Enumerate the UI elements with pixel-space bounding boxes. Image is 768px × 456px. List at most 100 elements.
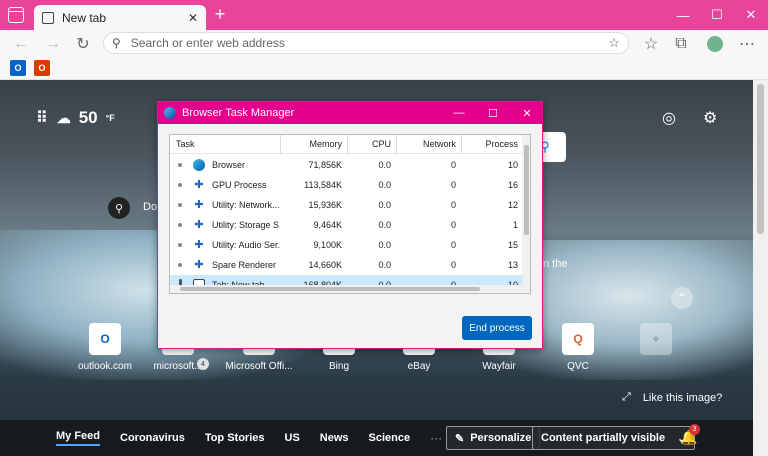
collections-icon[interactable]: ⧉ xyxy=(670,33,692,55)
table-row[interactable]: ✚ Utility: Network... 15,936K 0.0 0 12 xyxy=(170,195,522,215)
address-input[interactable] xyxy=(130,36,599,50)
table-vertical-thumb[interactable] xyxy=(524,145,529,235)
col-process[interactable]: Process xyxy=(463,135,518,154)
tab-close-icon[interactable]: ✕ xyxy=(188,11,198,25)
cell-memory: 113,584K xyxy=(304,180,342,190)
tab-title: New tab xyxy=(62,10,107,25)
cell-process: 12 xyxy=(507,200,518,210)
tm-maximize-button[interactable]: ☐ xyxy=(476,102,510,124)
tile-label: Microsoft Offi... xyxy=(225,361,293,372)
tile-label: eBay xyxy=(407,361,431,372)
tab-news[interactable]: News xyxy=(320,432,349,444)
content-visibility-select[interactable]: Content partially visible ⌄ xyxy=(532,426,696,450)
process-table-header: Task Memory CPU Network Process xyxy=(170,135,522,154)
minimize-button[interactable]: — xyxy=(666,0,700,30)
row-indicator xyxy=(178,183,182,187)
task-manager-window: Browser Task Manager — ☐ ✕ Task Memory C… xyxy=(157,101,543,349)
tile-label: outlook.com xyxy=(78,361,132,372)
tile-icon: Q xyxy=(562,323,594,355)
apps-grid-icon[interactable]: ⠿ xyxy=(36,108,49,128)
end-process-button[interactable]: End process xyxy=(462,316,532,340)
new-tab-button[interactable]: + xyxy=(210,5,230,25)
like-image-link[interactable]: ⤢ Like this image? xyxy=(622,391,722,404)
outlook-bookmark-icon[interactable]: O xyxy=(10,60,26,76)
table-row[interactable]: Browser 71,856K 0.0 0 10 xyxy=(170,155,522,175)
settings-more-icon[interactable]: ⋯ xyxy=(736,33,758,55)
address-bar[interactable]: ⚲ ☆ xyxy=(103,32,629,54)
tile-label: Bing xyxy=(328,361,349,372)
table-row[interactable]: ✚ GPU Process 113,584K 0.0 0 16 xyxy=(170,175,522,195)
refresh-icon[interactable]: ↻ xyxy=(72,33,94,55)
content-visibility-label: Content partially visible xyxy=(541,432,666,444)
puzzle-icon: ✚ xyxy=(194,239,204,251)
table-horizontal-scrollbar[interactable] xyxy=(170,285,522,293)
edge-icon xyxy=(193,159,205,171)
tile-icon: O xyxy=(89,323,121,355)
tab-actions-icon[interactable] xyxy=(8,7,24,23)
cell-network: 0 xyxy=(450,180,456,190)
quick-link-tile[interactable]: + xyxy=(616,323,696,361)
process-table: Task Memory CPU Network Process Browser 7… xyxy=(169,134,531,294)
col-cpu[interactable]: CPU xyxy=(349,135,391,154)
cell-memory: 9,100K xyxy=(313,240,342,250)
table-row[interactable]: ✚ Utility: Storage S... 9,464K 0.0 0 1 xyxy=(170,215,522,235)
col-task[interactable]: Task xyxy=(176,135,195,154)
bing-search-icon[interactable]: ⚲ xyxy=(108,197,130,219)
table-vertical-scrollbar[interactable] xyxy=(522,135,530,293)
page-scrollbar-thumb[interactable] xyxy=(757,84,764,234)
row-indicator xyxy=(178,223,182,227)
favorites-icon[interactable]: ☆ xyxy=(640,33,662,55)
cell-process: 1 xyxy=(512,220,518,230)
tab-my-feed[interactable]: My Feed xyxy=(56,430,101,446)
like-image-label: Like this image? xyxy=(642,391,723,404)
notification-count: 3 xyxy=(689,424,700,435)
page-settings-icon[interactable]: ⚙ xyxy=(703,108,717,128)
cell-network: 0 xyxy=(450,240,456,250)
puzzle-icon: ✚ xyxy=(194,219,204,231)
tab-us[interactable]: US xyxy=(285,432,300,444)
tm-close-button[interactable]: ✕ xyxy=(510,102,544,124)
col-network[interactable]: Network xyxy=(398,135,456,154)
back-icon[interactable]: ← xyxy=(10,33,32,55)
browser-toolbar: ← → ↻ ⚲ ☆ ☆ ⧉ ⋯ xyxy=(0,30,768,56)
close-button[interactable]: ✕ xyxy=(734,0,768,30)
table-horizontal-thumb[interactable] xyxy=(180,287,480,291)
tab-science[interactable]: Science xyxy=(369,432,411,444)
office-bookmark-icon[interactable]: O xyxy=(34,60,50,76)
rewards-icon[interactable]: ◎ xyxy=(662,108,676,128)
tab-coronavirus[interactable]: Coronavirus xyxy=(120,432,185,444)
table-row[interactable]: ✚ Spare Renderer 14,660K 0.0 0 13 xyxy=(170,255,522,275)
pencil-icon: ✎ xyxy=(455,432,465,445)
cell-memory: 9,464K xyxy=(313,220,342,230)
task-manager-title: Browser Task Manager xyxy=(182,107,295,119)
tm-minimize-button[interactable]: — xyxy=(442,102,476,124)
add-favorite-icon[interactable]: ☆ xyxy=(608,35,620,51)
search-icon: ⚲ xyxy=(112,36,121,50)
table-row[interactable]: ✚ Utility: Audio Ser... 9,100K 0.0 0 15 xyxy=(170,235,522,255)
cell-network: 0 xyxy=(450,220,456,230)
maximize-button[interactable]: ☐ xyxy=(700,0,734,30)
personalize-button[interactable]: ✎ Personalize xyxy=(446,426,541,450)
more-icon[interactable]: ··· xyxy=(430,431,442,445)
cell-task: Browser xyxy=(212,160,246,170)
cell-cpu: 0.0 xyxy=(378,180,391,190)
cell-task: Utility: Audio Ser... xyxy=(212,240,280,250)
cell-cpu: 0.0 xyxy=(378,220,391,230)
chevron-up-icon[interactable]: ⌃ xyxy=(671,287,693,309)
col-memory[interactable]: Memory xyxy=(282,135,342,154)
quick-link-tile[interactable]: Q QVC xyxy=(538,323,618,372)
temperature-unit: °F xyxy=(105,113,115,123)
tile-badge: 4 xyxy=(197,358,209,370)
page-scrollbar[interactable] xyxy=(753,80,768,456)
tab-new-tab[interactable]: New tab ✕ xyxy=(34,5,206,30)
cell-process: 10 xyxy=(507,160,518,170)
profile-avatar[interactable] xyxy=(704,33,726,55)
cell-cpu: 0.0 xyxy=(378,200,391,210)
quick-link-tile[interactable]: Ooutlook.com xyxy=(65,323,145,372)
weather-widget[interactable]: ⠿ ☁ 50 °F xyxy=(36,108,115,128)
cell-network: 0 xyxy=(450,260,456,270)
cell-process: 13 xyxy=(507,260,518,270)
tab-top-stories[interactable]: Top Stories xyxy=(205,432,265,444)
tile-icon: + xyxy=(640,323,672,355)
forward-icon[interactable]: → xyxy=(42,33,64,55)
